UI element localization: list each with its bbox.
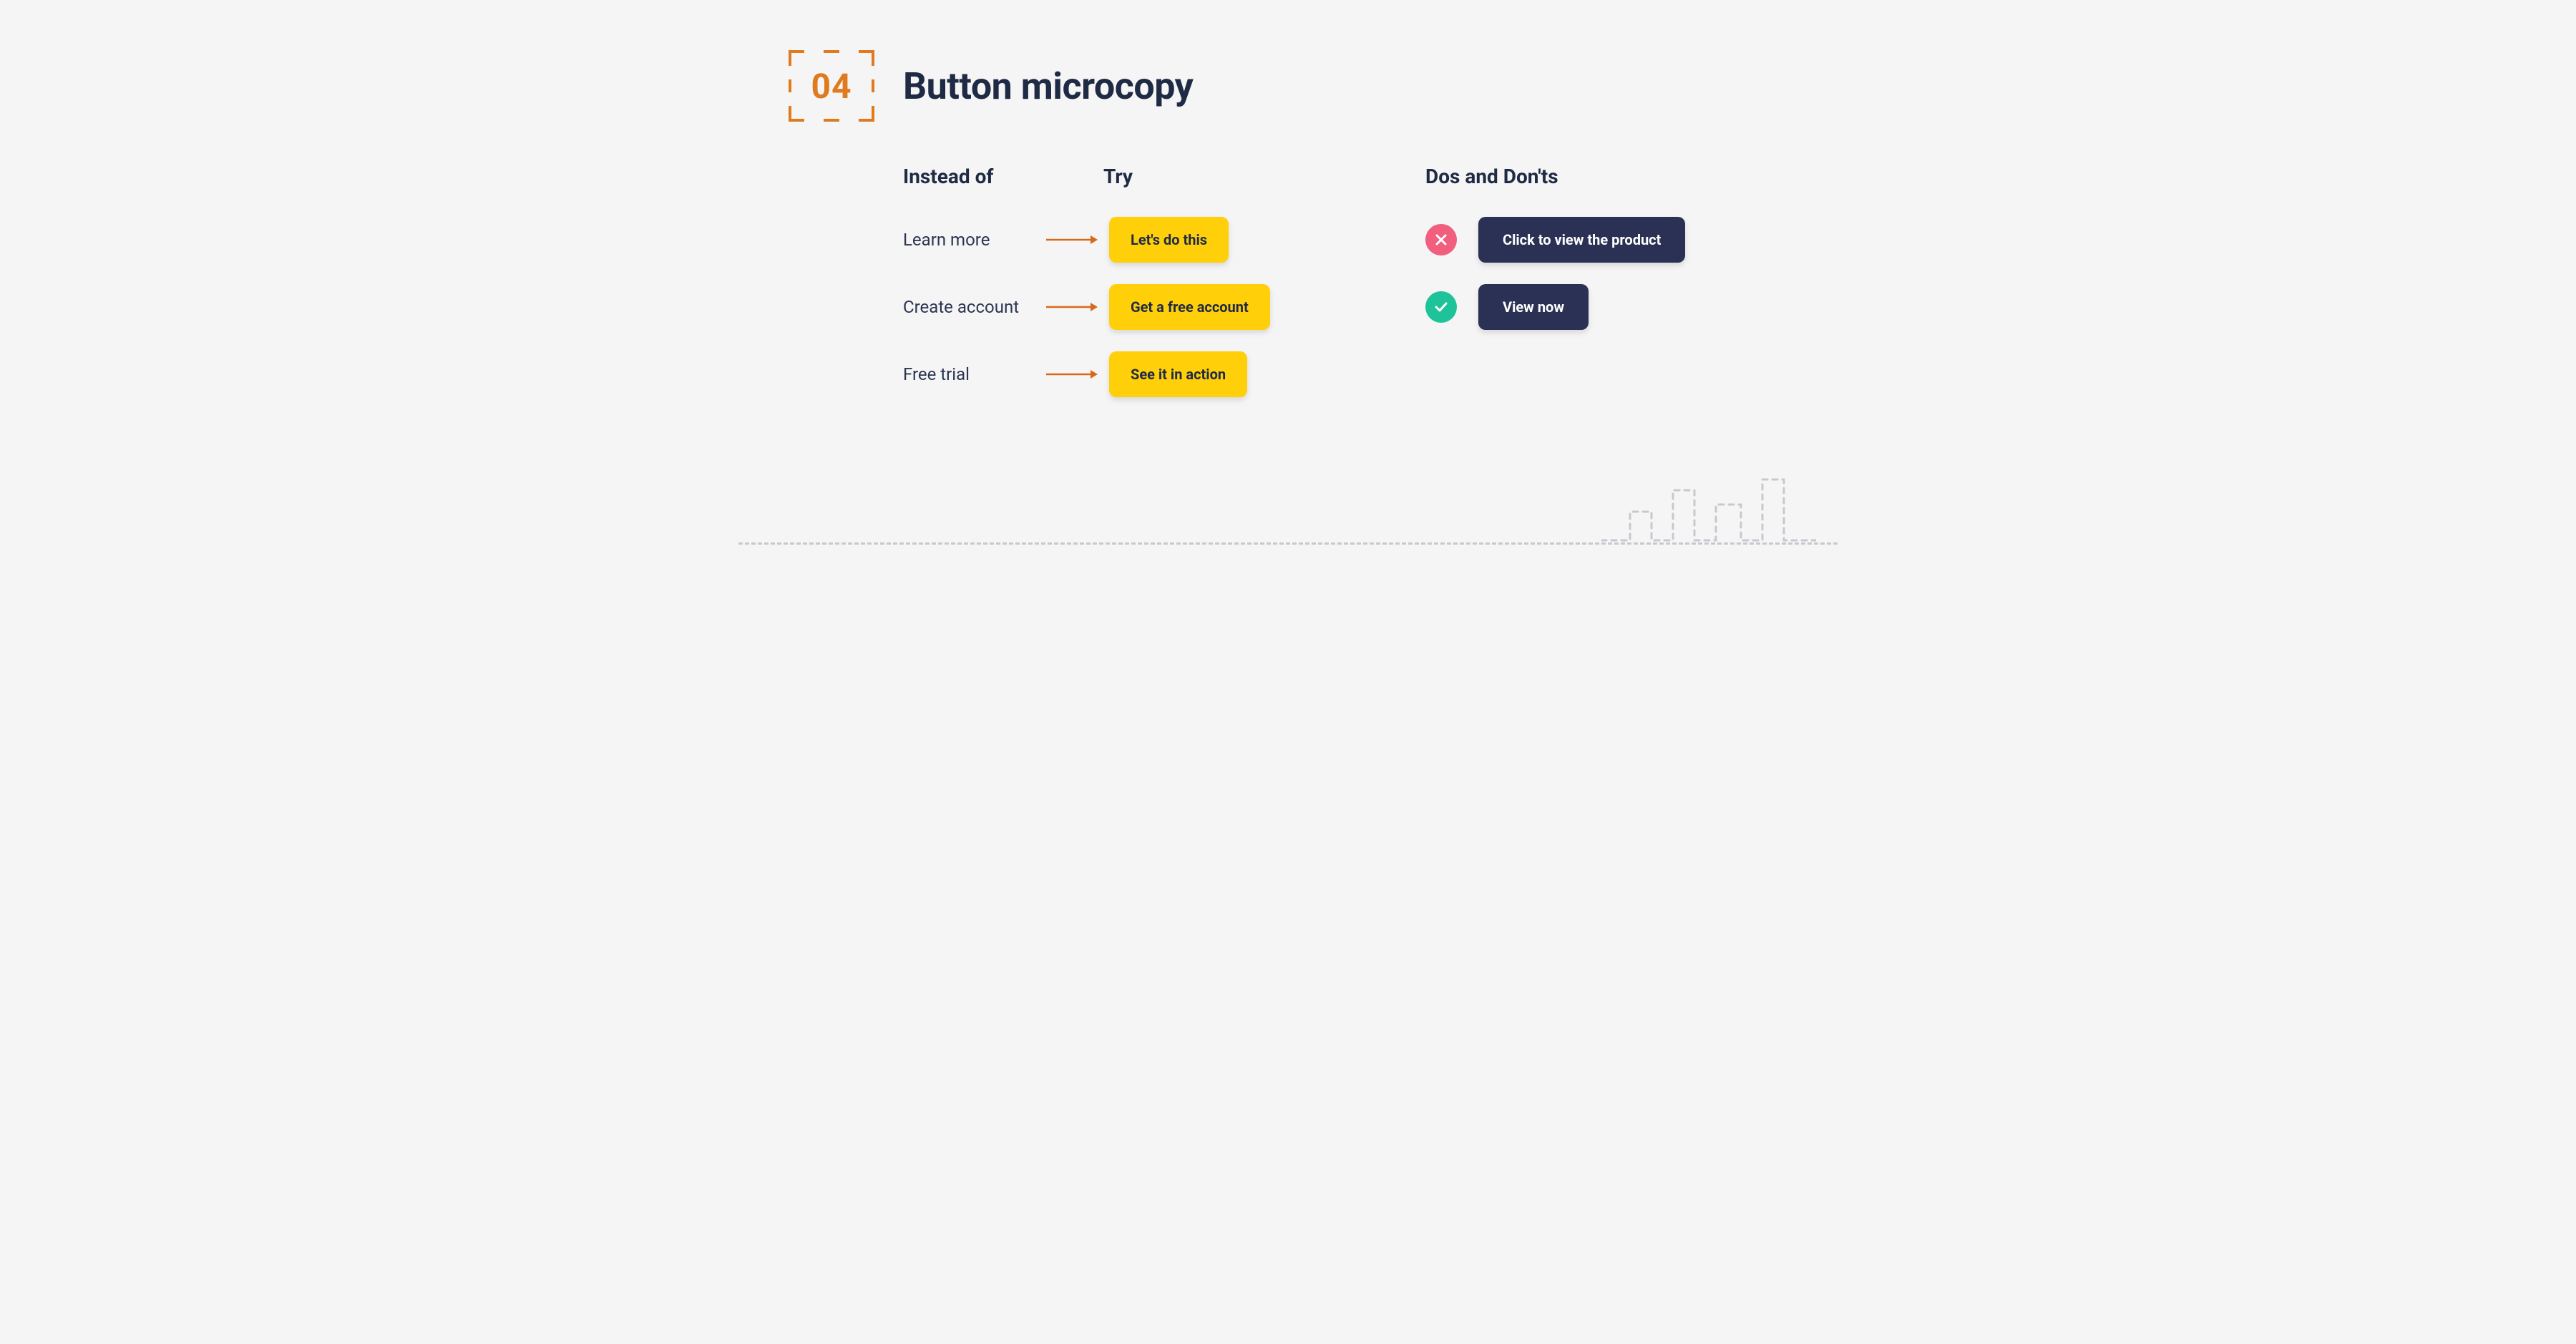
column-headers-right: Dos and Don'ts	[1425, 165, 1795, 188]
arrow-right-icon	[1046, 234, 1109, 245]
header-dos-donts: Dos and Don'ts	[1425, 165, 1558, 188]
example-row: Learn more Let's do this	[903, 217, 1347, 263]
arrow-right-icon	[1046, 369, 1109, 380]
slide-content: Instead of Try Learn more Let's do this …	[903, 165, 1795, 419]
try-button[interactable]: See it in action	[1109, 351, 1247, 397]
slide: 04 Button microcopy Instead of Try Learn…	[738, 0, 1838, 573]
column-headers-left: Instead of Try	[903, 165, 1347, 188]
try-button[interactable]: Get a free account	[1109, 284, 1270, 330]
header-try: Try	[1103, 165, 1133, 188]
slide-number-frame: 04	[789, 50, 874, 122]
arrow-right-icon	[1046, 301, 1109, 313]
do-button[interactable]: View now	[1478, 284, 1589, 330]
instead-label: Create account	[903, 297, 1046, 317]
instead-label: Free trial	[903, 364, 1046, 384]
check-icon	[1425, 291, 1457, 323]
example-row: Free trial See it in action	[903, 351, 1347, 397]
slide-header: 04 Button microcopy	[789, 50, 1193, 122]
try-button[interactable]: Let's do this	[1109, 217, 1229, 263]
column-instead-try: Instead of Try Learn more Let's do this …	[903, 165, 1347, 419]
example-row: Create account Get a free account	[903, 284, 1347, 330]
x-icon	[1425, 224, 1457, 255]
do-row: View now	[1425, 284, 1795, 330]
header-instead-of: Instead of	[903, 165, 1103, 188]
dont-button[interactable]: Click to view the product	[1478, 217, 1685, 263]
instead-label: Learn more	[903, 230, 1046, 250]
slide-number: 04	[811, 66, 852, 107]
dont-row: Click to view the product	[1425, 217, 1795, 263]
slide-title: Button microcopy	[903, 64, 1193, 108]
decorative-skyline-icon	[1601, 469, 1816, 565]
column-dos-donts: Dos and Don'ts Click to view the product…	[1425, 165, 1795, 419]
